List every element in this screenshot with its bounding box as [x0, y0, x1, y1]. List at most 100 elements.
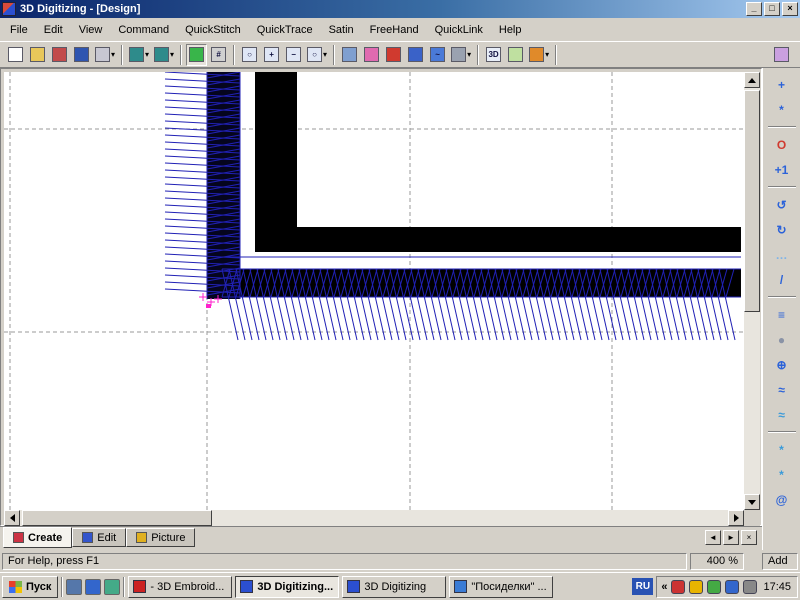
globe-icon[interactable]: ⊕: [768, 353, 796, 376]
save-button[interactable]: [71, 44, 92, 66]
dropdown-arrow-icon[interactable]: ▾: [145, 50, 149, 59]
undo-button[interactable]: ▾: [127, 44, 151, 66]
scroll-left-button[interactable]: [4, 510, 20, 526]
menu-quicktrace[interactable]: QuickTrace: [249, 20, 321, 40]
task-button[interactable]: "Посиделки" ...: [449, 576, 553, 598]
menu-quickstitch[interactable]: QuickStitch: [177, 20, 249, 40]
flower-button[interactable]: [361, 44, 382, 66]
menu-file[interactable]: File: [2, 20, 36, 40]
sphere-icon[interactable]: ●: [768, 328, 796, 351]
wave-icon[interactable]: ≈: [768, 378, 796, 401]
quick-launch-bar: [66, 579, 120, 595]
maximize-button[interactable]: □: [764, 2, 780, 16]
tray-antivirus-icon[interactable]: [671, 580, 685, 594]
redo-button[interactable]: ▾: [152, 44, 176, 66]
tab-scroll-left-button[interactable]: ◄: [705, 530, 721, 545]
paint-button[interactable]: ▾: [527, 44, 551, 66]
menu-edit[interactable]: Edit: [36, 20, 71, 40]
tab-edit[interactable]: Edit: [72, 528, 126, 547]
menu-satin[interactable]: Satin: [321, 20, 362, 40]
zoom-in-button[interactable]: +: [261, 44, 282, 66]
menu-view[interactable]: View: [71, 20, 111, 40]
scroll-up-button[interactable]: [744, 72, 760, 88]
ripple-icon[interactable]: ≈: [768, 403, 796, 426]
start-button[interactable]: Пуск: [2, 576, 58, 598]
scroll-right-button[interactable]: [728, 510, 744, 526]
rotate-icon[interactable]: ↺: [768, 193, 796, 216]
new-button[interactable]: [5, 44, 26, 66]
zoom-level: 400 %: [690, 553, 744, 570]
quicklaunch-show-desktop-icon[interactable]: [66, 579, 82, 595]
menu-freehand[interactable]: FreeHand: [362, 20, 427, 40]
columns-icon[interactable]: ≡: [768, 303, 796, 326]
close-button[interactable]: ×: [782, 2, 798, 16]
scissors-button[interactable]: ▾: [449, 44, 473, 66]
tab-scroll-right-button[interactable]: ►: [723, 530, 739, 545]
dropdown-arrow-icon[interactable]: ▾: [111, 50, 115, 59]
tab-nav-controls: ◄►×: [705, 530, 757, 545]
snowflake-icon[interactable]: *: [768, 438, 796, 461]
horizontal-scrollbar[interactable]: [4, 510, 744, 526]
menu-command[interactable]: Command: [110, 20, 177, 40]
horizontal-scroll-thumb[interactable]: [22, 510, 212, 526]
dropdown-arrow-icon[interactable]: ▾: [545, 50, 549, 59]
dropdown-arrow-icon[interactable]: ▾: [170, 50, 174, 59]
swirl-icon[interactable]: @: [768, 488, 796, 511]
tab-picture[interactable]: Picture: [126, 528, 195, 547]
tray-volume-icon[interactable]: [743, 580, 757, 594]
tab-create[interactable]: Create: [3, 527, 72, 548]
main-toolbar: ▾ ▾ ▾ # ○+−○▾ ~ ▾ 3D ▾: [0, 41, 800, 68]
realistic-view-button[interactable]: [186, 44, 207, 66]
menu-quicklink[interactable]: QuickLink: [427, 20, 491, 40]
minimize-button[interactable]: _: [746, 2, 762, 16]
picture-button[interactable]: [505, 44, 526, 66]
tab-close-button[interactable]: ×: [741, 530, 757, 545]
task-button[interactable]: - 3D Embroid...: [128, 576, 232, 598]
zoom-all-button[interactable]: ○▾: [305, 44, 329, 66]
vertical-scroll-thumb[interactable]: [744, 90, 760, 312]
plus-one-icon[interactable]: +1: [768, 158, 796, 181]
donut-button[interactable]: [383, 44, 404, 66]
zoom-box-button[interactable]: ○: [239, 44, 260, 66]
new-icon: [8, 47, 23, 62]
tab-label: Create: [28, 532, 62, 544]
task-button[interactable]: 3D Digitizing...: [235, 576, 339, 598]
scroll-down-button[interactable]: [744, 494, 760, 510]
three-d-button[interactable]: 3D: [483, 44, 504, 66]
repeat-icon[interactable]: ↻: [768, 218, 796, 241]
crystal-icon[interactable]: *: [768, 463, 796, 486]
tray-network-icon[interactable]: [725, 580, 739, 594]
quicklaunch-internet-icon[interactable]: [85, 579, 101, 595]
vertical-scrollbar[interactable]: [744, 72, 760, 510]
open-button[interactable]: [27, 44, 48, 66]
picture-icon: [508, 47, 523, 62]
tray-messenger-icon[interactable]: [689, 580, 703, 594]
tray-overflow-button[interactable]: «: [661, 581, 667, 593]
hoop-button[interactable]: [405, 44, 426, 66]
quicklaunch-player-icon[interactable]: [104, 579, 120, 595]
cut-button[interactable]: [49, 44, 70, 66]
curve-button[interactable]: ~: [427, 44, 448, 66]
app-icon[interactable]: [2, 2, 16, 16]
design-canvas[interactable]: [4, 72, 744, 510]
tray-agent-icon[interactable]: [707, 580, 721, 594]
grid-button[interactable]: #: [208, 44, 229, 66]
comment-icon[interactable]: …: [768, 243, 796, 266]
flower-icon: [364, 47, 379, 62]
select-circle-icon[interactable]: *: [768, 98, 796, 121]
zoom-out-button[interactable]: −: [283, 44, 304, 66]
toolbar-separator: [180, 45, 182, 65]
film-button[interactable]: [771, 44, 792, 66]
print-button[interactable]: ▾: [93, 44, 117, 66]
design-board-button[interactable]: [339, 44, 360, 66]
task-button[interactable]: 3D Digitizing: [342, 576, 446, 598]
red-ring-icon[interactable]: O: [768, 133, 796, 156]
menu-help[interactable]: Help: [491, 20, 530, 40]
scrollbar-corner: [744, 510, 760, 526]
dropdown-arrow-icon[interactable]: ▾: [467, 50, 471, 59]
add-circle-icon[interactable]: +: [768, 73, 796, 96]
tab-strip: Create EditPicture: [3, 526, 195, 548]
language-indicator[interactable]: RU: [632, 578, 653, 595]
dropdown-arrow-icon[interactable]: ▾: [323, 50, 327, 59]
dashed-line-icon[interactable]: /: [768, 268, 796, 291]
